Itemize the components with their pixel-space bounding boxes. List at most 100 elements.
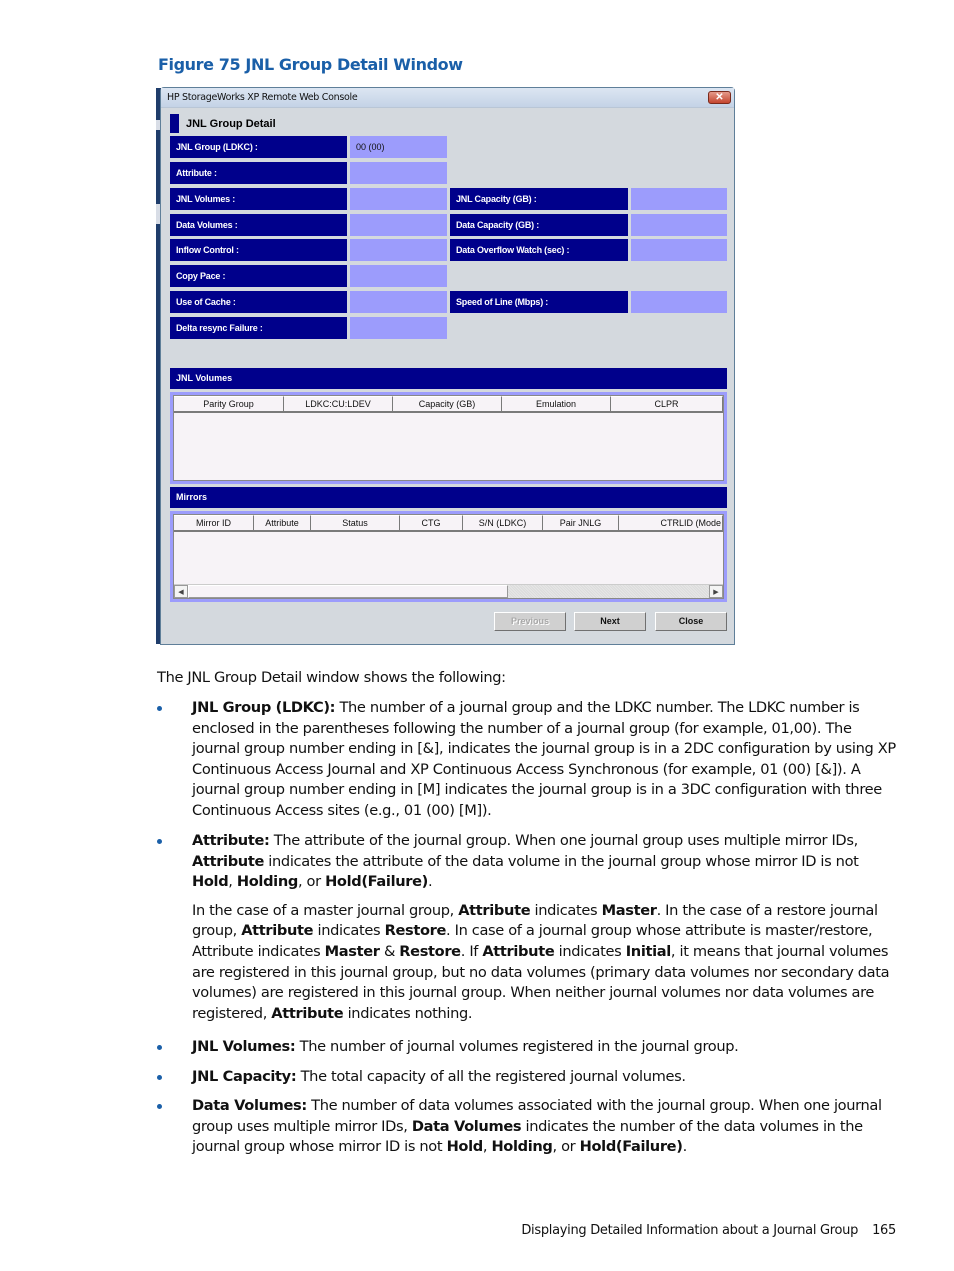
jnl-group-detail-window: HP StorageWorks XP Remote Web Console ✕ … xyxy=(160,87,735,645)
bold-text: Attribute xyxy=(271,1004,344,1022)
figure-caption: Figure 75 JNL Group Detail Window xyxy=(158,55,463,74)
bold-text: Attribute xyxy=(458,901,531,919)
field-value-copy-pace xyxy=(350,265,447,287)
column-header-clpr[interactable]: CLPR xyxy=(611,396,723,413)
field-value-attribute xyxy=(350,162,447,184)
column-header-ctg[interactable]: CTG xyxy=(400,515,463,532)
field-value-use-of-cache xyxy=(350,291,447,313)
column-header-status[interactable]: Status xyxy=(311,515,400,532)
field-label-delta-resync-failure: Delta resync Failure : xyxy=(170,317,347,339)
bullet-icon xyxy=(157,706,162,711)
field-label-data-overflow-watch: Data Overflow Watch (sec) : xyxy=(450,239,628,261)
close-button[interactable]: Close xyxy=(655,612,727,631)
bullet-attribute: Attribute: The attribute of the journal … xyxy=(157,831,902,1024)
previous-button[interactable]: Previous xyxy=(494,612,566,631)
attribute-detail-paragraph: In the case of a master journal group, A… xyxy=(192,901,902,1025)
title-bar: HP StorageWorks XP Remote Web Console ✕ xyxy=(161,88,734,108)
bold-text: Hold xyxy=(192,873,229,891)
field-label-data-capacity: Data Capacity (GB) : xyxy=(450,214,628,236)
term: Attribute: xyxy=(192,832,270,849)
next-button[interactable]: Next xyxy=(574,612,646,631)
field-value-data-capacity xyxy=(631,214,727,236)
column-header-attribute[interactable]: Attribute xyxy=(254,515,311,532)
scroll-left-button[interactable]: ◀ xyxy=(174,585,188,598)
field-value-jnl-volumes xyxy=(350,188,447,210)
bold-text: Hold(Failure) xyxy=(325,873,428,891)
text: The attribute of the journal group. When… xyxy=(269,832,858,849)
text: indicates the attribute of the data volu… xyxy=(264,852,859,870)
field-label-copy-pace: Copy Pace : xyxy=(170,265,347,287)
term: Data Volumes: xyxy=(192,1097,307,1114)
field-label-attribute: Attribute : xyxy=(170,162,347,184)
field-value-delta-resync-failure xyxy=(350,317,447,339)
text: , xyxy=(228,873,237,891)
page-footer: Displaying Detailed Information about a … xyxy=(521,1223,896,1238)
panel-title: JNL Group Detail xyxy=(170,114,276,133)
text: . xyxy=(428,873,433,891)
term: JNL Capacity: xyxy=(192,1068,297,1085)
bold-text: Restore xyxy=(384,922,447,940)
text: . If xyxy=(460,942,483,960)
column-header-pair-jnlg[interactable]: Pair JNLG xyxy=(543,515,619,532)
arrow-right-icon: ▶ xyxy=(713,589,719,596)
mirrors-table: Mirror ID Attribute Status CTG S/N (LDKC… xyxy=(170,511,727,602)
intro-paragraph: The JNL Group Detail window shows the fo… xyxy=(157,669,506,686)
bold-text: Hold xyxy=(446,1138,484,1156)
field-value-jnl-capacity xyxy=(631,188,727,210)
column-header-emulation[interactable]: Emulation xyxy=(502,396,611,413)
field-value-inflow-control xyxy=(350,239,447,261)
column-header-sn-ldkc[interactable]: S/N (LDKC) xyxy=(463,515,543,532)
scroll-right-button[interactable]: ▶ xyxy=(709,585,723,598)
text: , or xyxy=(552,1138,580,1156)
scrollbar-track[interactable] xyxy=(508,585,709,598)
bullet-icon xyxy=(157,1075,162,1080)
column-header-ldkc-cu-ldev[interactable]: LDKC:CU:LDEV xyxy=(284,396,393,413)
bold-text: Master xyxy=(324,942,380,960)
window-title: HP StorageWorks XP Remote Web Console xyxy=(167,92,358,103)
text: , or xyxy=(297,873,326,891)
bold-text: Attribute xyxy=(192,852,265,870)
mirrors-table-header: Mirror ID Attribute Status CTG S/N (LDKC… xyxy=(174,515,723,532)
close-window-button[interactable]: ✕ xyxy=(708,91,731,104)
arrow-left-icon: ◀ xyxy=(178,589,184,596)
text: & xyxy=(379,942,400,960)
field-label-inflow-control: Inflow Control : xyxy=(170,239,347,261)
column-header-capacity[interactable]: Capacity (GB) xyxy=(393,396,502,413)
bullet-jnl-capacity: JNL Capacity: The total capacity of all … xyxy=(157,1067,902,1088)
field-label-use-of-cache: Use of Cache : xyxy=(170,291,347,313)
text: indicates nothing. xyxy=(343,1004,473,1022)
panel-title-text: JNL Group Detail xyxy=(186,117,276,130)
field-value-jnl-group: 00 (00) xyxy=(350,136,447,158)
bold-text: Data Volumes xyxy=(411,1117,522,1135)
column-header-mirror-id[interactable]: Mirror ID xyxy=(174,515,254,532)
horizontal-scrollbar[interactable]: ◀ ▶ xyxy=(174,584,723,598)
bullet-icon xyxy=(157,1104,162,1109)
jnl-volumes-section-header: JNL Volumes xyxy=(170,368,727,389)
bold-text: Attribute xyxy=(482,942,555,960)
bold-text: Master xyxy=(601,901,657,919)
bullet-jnl-group: JNL Group (LDKC): The number of a journa… xyxy=(157,698,902,822)
term: JNL Volumes: xyxy=(192,1038,296,1055)
bullet-icon xyxy=(157,1045,162,1050)
bold-text: Restore xyxy=(399,942,461,960)
text: indicates xyxy=(554,942,626,960)
field-label-speed-of-line: Speed of Line (Mbps) : xyxy=(450,291,628,313)
column-header-parity-group[interactable]: Parity Group xyxy=(174,396,284,413)
description: The number of a journal group and the LD… xyxy=(192,699,896,819)
field-value-data-overflow-watch xyxy=(631,239,727,261)
text: . xyxy=(682,1138,688,1156)
bold-text: Holding xyxy=(491,1138,553,1156)
field-label-jnl-volumes: JNL Volumes : xyxy=(170,188,347,210)
jnl-volumes-table: Parity Group LDKC:CU:LDEV Capacity (GB) … xyxy=(170,392,727,484)
bullet-icon xyxy=(157,839,162,844)
footer-section-title: Displaying Detailed Information about a … xyxy=(521,1223,859,1238)
bold-text: Attribute xyxy=(241,922,314,940)
text: indicates xyxy=(530,901,602,919)
bold-text: Initial xyxy=(625,942,672,960)
panel-marker xyxy=(170,114,179,133)
close-icon: ✕ xyxy=(715,92,724,103)
field-label-jnl-group: JNL Group (LDKC) : xyxy=(170,136,347,158)
bold-text: Hold(Failure) xyxy=(579,1138,683,1156)
column-header-ctrlid-mode[interactable]: CTRLID (Mode xyxy=(619,515,723,532)
scrollbar-thumb[interactable] xyxy=(188,585,508,598)
